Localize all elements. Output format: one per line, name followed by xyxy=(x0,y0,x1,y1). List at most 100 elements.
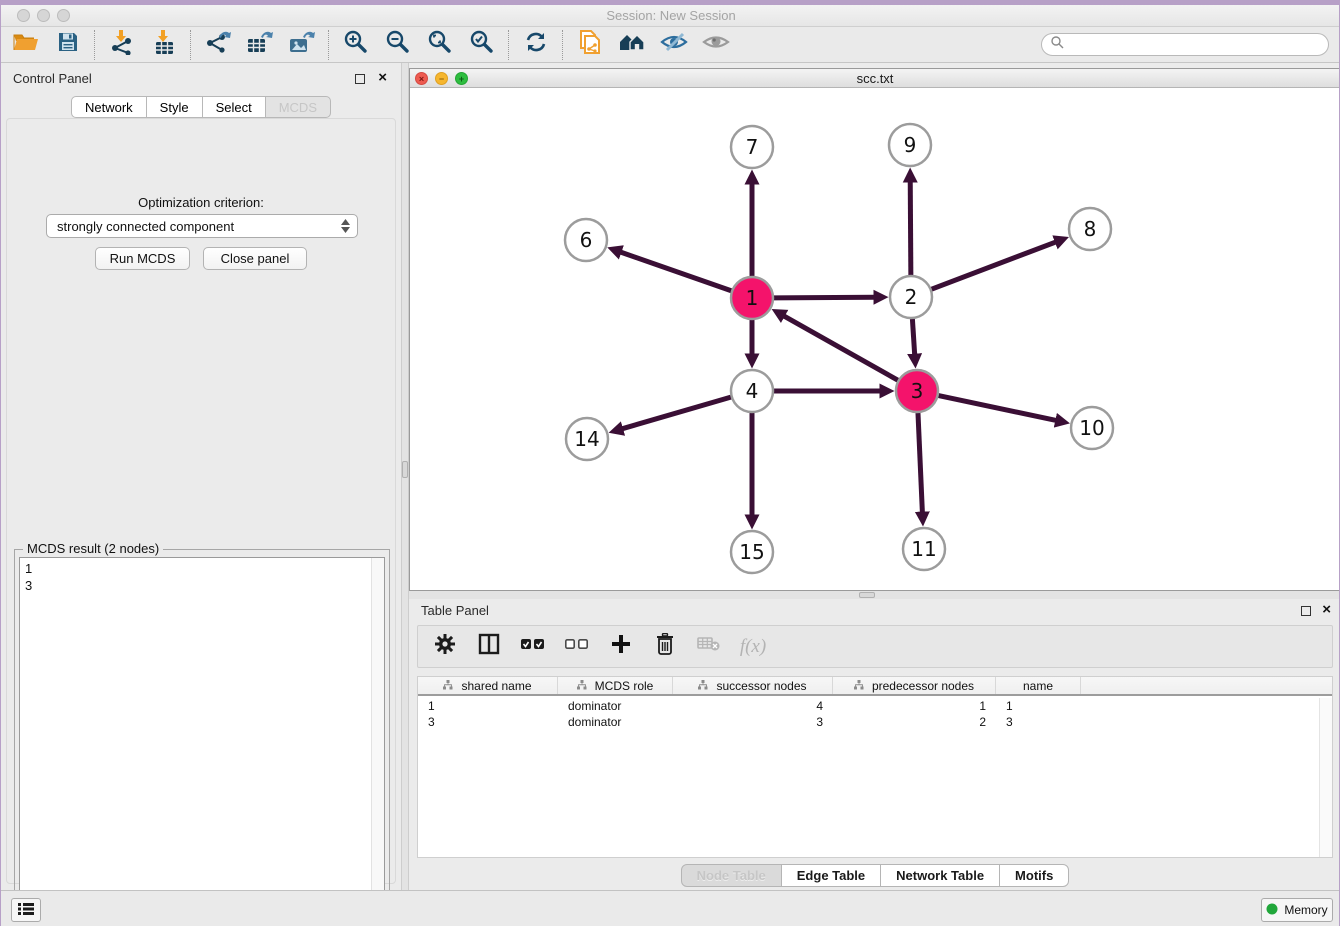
edge-2-9[interactable] xyxy=(910,181,911,275)
mcds-result-title: MCDS result (2 nodes) xyxy=(23,541,163,556)
graph-node-4[interactable]: 4 xyxy=(731,370,773,412)
edge-3-10[interactable] xyxy=(939,396,1057,421)
tab-motifs[interactable]: Motifs xyxy=(999,864,1069,887)
export-table-button[interactable] xyxy=(239,29,281,61)
export-network-button[interactable] xyxy=(197,29,239,61)
splitter-grabber[interactable] xyxy=(402,461,408,478)
column-header-successor-nodes[interactable]: successor nodes xyxy=(673,677,833,694)
horizontal-splitter[interactable] xyxy=(409,591,1340,599)
search-box[interactable] xyxy=(1041,33,1329,56)
zoom-selected-button[interactable] xyxy=(461,29,503,61)
graph-node-14[interactable]: 14 xyxy=(566,418,608,460)
network-canvas[interactable]: 1 2 3 4 6 7 8 9 10 11 14 15 xyxy=(410,88,1340,590)
table-cell[interactable]: dominator xyxy=(558,698,673,714)
memory-button[interactable]: Memory xyxy=(1261,898,1333,922)
network-graph[interactable]: 1 2 3 4 6 7 8 9 10 11 14 15 xyxy=(410,88,1340,590)
save-session-button[interactable] xyxy=(47,29,89,61)
column-header-shared-name[interactable]: shared name xyxy=(418,677,558,694)
duplicate-network-button[interactable] xyxy=(569,29,611,61)
window-titlebar[interactable]: Session: New Session xyxy=(1,5,1340,27)
result-scrollbar[interactable] xyxy=(371,558,384,926)
table-cell[interactable]: 3 xyxy=(418,714,558,730)
search-input[interactable] xyxy=(1064,36,1328,53)
table-cell[interactable]: 3 xyxy=(996,714,1081,730)
tab-style[interactable]: Style xyxy=(146,96,203,118)
graph-node-1[interactable]: 1 xyxy=(731,277,773,319)
column-header-mcds-role[interactable]: MCDS role xyxy=(558,677,673,694)
tab-node-table[interactable]: Node Table xyxy=(681,864,782,887)
graph-node-9[interactable]: 9 xyxy=(889,124,931,166)
tab-network[interactable]: Network xyxy=(71,96,147,118)
graph-node-8[interactable]: 8 xyxy=(1069,208,1111,250)
vertical-splitter[interactable] xyxy=(401,63,409,890)
edge-4-14[interactable] xyxy=(622,397,731,429)
graph-node-7[interactable]: 7 xyxy=(731,126,773,168)
zoom-out-button[interactable] xyxy=(377,29,419,61)
mcds-result-area[interactable]: 1 3 xyxy=(19,557,385,926)
table-panel-title: Table Panel xyxy=(421,603,489,618)
edge-2-3[interactable] xyxy=(912,319,914,355)
graph-node-15[interactable]: 15 xyxy=(731,531,773,573)
edge-1-6[interactable] xyxy=(620,252,731,291)
tab-mcds[interactable]: MCDS xyxy=(265,96,331,118)
open-file-button[interactable] xyxy=(5,29,47,61)
edge-1-2[interactable] xyxy=(774,297,875,298)
tab-network-table[interactable]: Network Table xyxy=(880,864,1000,887)
list-icon xyxy=(18,902,34,919)
table-scrollbar[interactable] xyxy=(1319,698,1332,857)
home-networks-button[interactable] xyxy=(611,29,653,61)
table-cell[interactable]: 2 xyxy=(833,714,996,730)
graph-node-2[interactable]: 2 xyxy=(890,276,932,318)
delete-button[interactable] xyxy=(650,632,680,662)
table-row[interactable]: 1dominator411 xyxy=(418,698,1332,714)
table-row[interactable]: 3dominator323 xyxy=(418,714,1332,730)
float-panel-icon[interactable] xyxy=(355,74,365,84)
show-visibility-button[interactable] xyxy=(695,29,737,61)
tab-edge-table[interactable]: Edge Table xyxy=(781,864,881,887)
close-panel-icon[interactable]: × xyxy=(378,69,387,87)
float-panel-icon[interactable] xyxy=(1301,606,1311,616)
refresh-layout-button[interactable] xyxy=(515,29,557,61)
table-cell[interactable]: dominator xyxy=(558,714,673,730)
table-cell[interactable]: 4 xyxy=(673,698,833,714)
import-network-button[interactable] xyxy=(101,29,143,61)
zoom-fit-button[interactable] xyxy=(419,29,461,61)
main-toolbar xyxy=(1,27,1340,63)
graph-node-10[interactable]: 10 xyxy=(1071,407,1113,449)
edge-3-11[interactable] xyxy=(918,413,922,513)
table-cell[interactable]: 3 xyxy=(673,714,833,730)
control-panel-title: Control Panel xyxy=(13,71,92,86)
close-panel-icon[interactable]: × xyxy=(1322,601,1331,619)
zoom-in-button[interactable] xyxy=(335,29,377,61)
tab-select[interactable]: Select xyxy=(202,96,266,118)
table-cell[interactable]: 1 xyxy=(833,698,996,714)
zoom-out-icon xyxy=(385,29,411,60)
table-cell[interactable]: 1 xyxy=(996,698,1081,714)
criterion-dropdown[interactable]: strongly connected component xyxy=(46,214,358,238)
task-list-button[interactable] xyxy=(11,898,41,922)
column-header-name[interactable]: name xyxy=(996,677,1081,694)
column-header-predecessor-nodes[interactable]: predecessor nodes xyxy=(833,677,996,694)
table-panel-header: Table Panel × xyxy=(409,601,1340,621)
toggle-panel-split-button[interactable] xyxy=(474,632,504,662)
application-window: Session: New Session xyxy=(0,0,1340,926)
edge-3-1[interactable] xyxy=(783,316,897,381)
import-table-button[interactable] xyxy=(143,29,185,61)
split-columns-icon xyxy=(478,633,500,660)
graph-node-11[interactable]: 11 xyxy=(903,528,945,570)
export-image-button[interactable] xyxy=(281,29,323,61)
hierarchy-icon xyxy=(698,679,708,693)
network-window-titlebar[interactable]: × − + scc.txt xyxy=(410,69,1340,88)
close-panel-button[interactable]: Close panel xyxy=(203,247,307,270)
table-cell[interactable]: 1 xyxy=(418,698,558,714)
run-mcds-button[interactable]: Run MCDS xyxy=(95,247,190,270)
graph-node-6[interactable]: 6 xyxy=(565,219,607,261)
deselect-all-button[interactable] xyxy=(562,632,592,662)
graph-node-3[interactable]: 3 xyxy=(896,370,938,412)
add-button[interactable] xyxy=(606,632,636,662)
column-settings-button[interactable] xyxy=(430,632,460,662)
splitter-grabber[interactable] xyxy=(859,592,875,598)
edge-2-8[interactable] xyxy=(932,242,1057,289)
hide-visibility-button[interactable] xyxy=(653,29,695,61)
select-all-button[interactable] xyxy=(518,632,548,662)
